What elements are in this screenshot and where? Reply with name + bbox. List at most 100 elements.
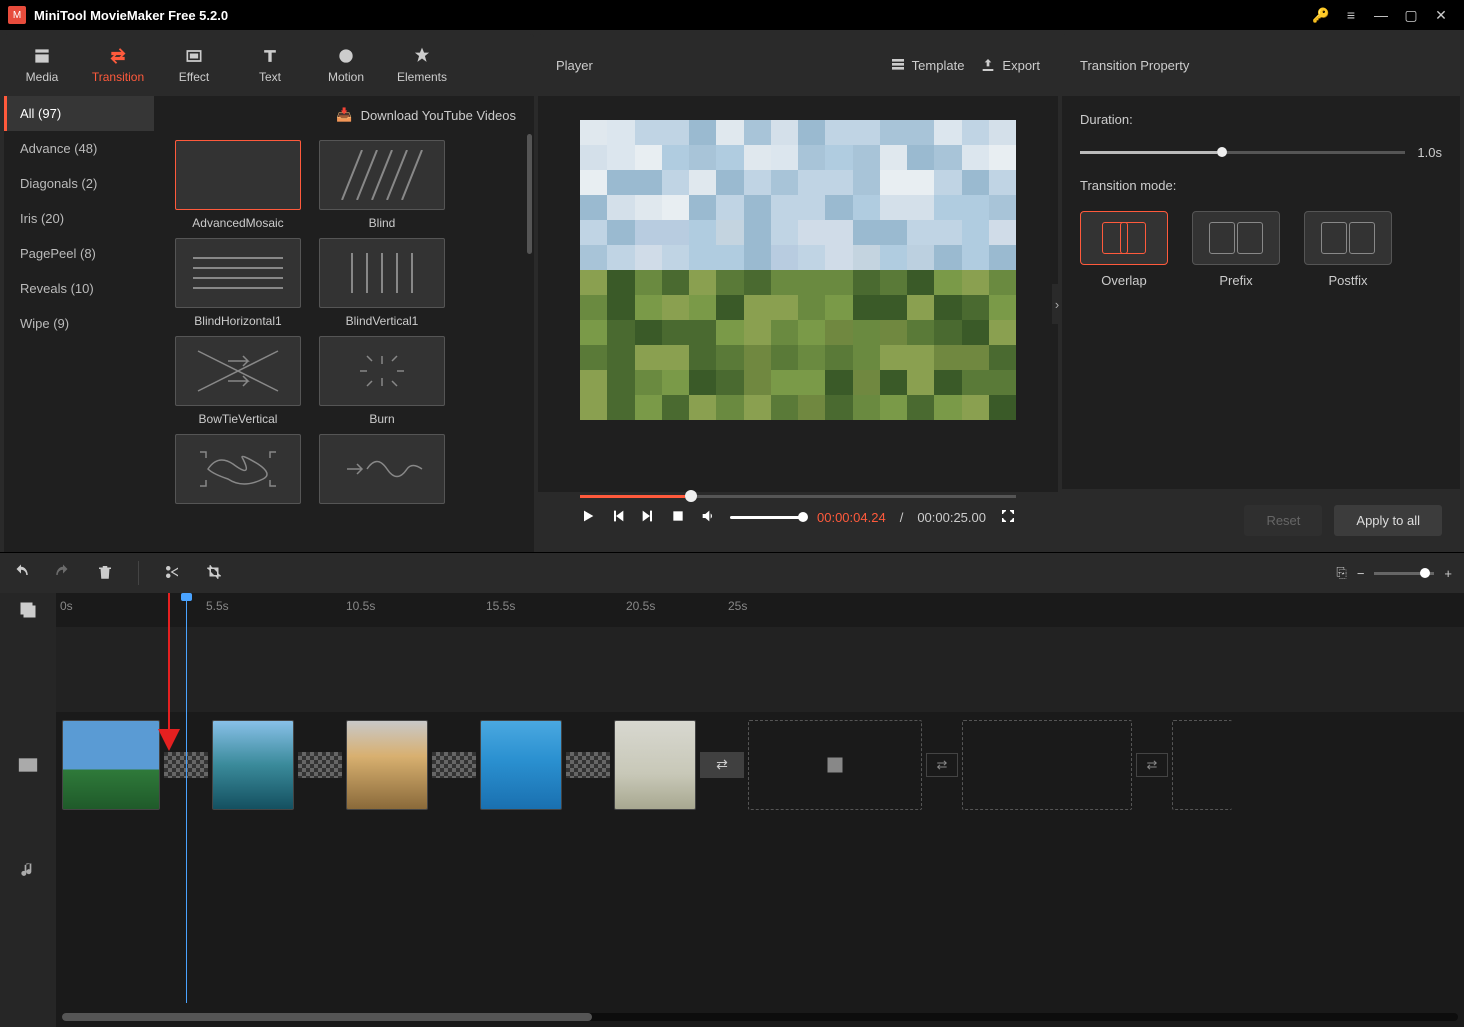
category-diagonals[interactable]: Diagonals (2) (4, 166, 154, 201)
reset-button[interactable]: Reset (1244, 505, 1322, 536)
mode-label: Transition mode: (1080, 178, 1442, 193)
category-iris[interactable]: Iris (20) (4, 201, 154, 236)
tab-effect-label: Effect (179, 70, 209, 84)
time-sep: / (900, 510, 904, 525)
tab-elements[interactable]: Elements (384, 34, 460, 96)
mode-overlap[interactable]: Overlap (1080, 211, 1168, 288)
library-panel: Media Transition Effect Text Motion Elem… (4, 34, 534, 552)
transition-blindhorizontal1[interactable]: BlindHorizontal1 (168, 238, 308, 328)
zoom-slider[interactable] (1374, 572, 1434, 575)
tab-elements-label: Elements (397, 70, 447, 84)
fullscreen-button[interactable] (1000, 508, 1016, 527)
current-time: 00:00:04.24 (817, 510, 886, 525)
transition-blindvertical1[interactable]: BlindVertical1 (312, 238, 452, 328)
video-track-icon (0, 712, 56, 817)
collapse-panel-button[interactable]: › (1052, 284, 1062, 324)
template-button[interactable]: Template (890, 57, 965, 73)
transition-burn[interactable]: Burn (312, 336, 452, 426)
category-all[interactable]: All (97) (4, 96, 154, 131)
audio-track-icon (0, 817, 56, 922)
transition-label: Burn (369, 412, 394, 426)
transition-slot[interactable]: ⇄ (700, 752, 744, 778)
timeline-ruler[interactable]: 0s 5.5s 10.5s 15.5s 20.5s 25s (56, 593, 1464, 627)
play-button[interactable] (580, 508, 596, 527)
transition-label: BlindVertical1 (346, 314, 419, 328)
clip[interactable] (614, 720, 696, 810)
mode-prefix[interactable]: Prefix (1192, 211, 1280, 288)
tab-text-label: Text (259, 70, 281, 84)
close-button[interactable]: ✕ (1426, 7, 1456, 24)
drop-zone[interactable] (1172, 720, 1232, 810)
ruler-mark: 0s (60, 599, 73, 613)
duration-slider[interactable] (1080, 151, 1405, 154)
category-pagepeel[interactable]: PagePeel (8) (4, 236, 154, 271)
volume-icon[interactable] (700, 508, 716, 527)
mode-postfix[interactable]: Postfix (1304, 211, 1392, 288)
crop-button[interactable] (205, 563, 223, 584)
clip[interactable] (346, 720, 428, 810)
tab-motion[interactable]: Motion (308, 34, 384, 96)
volume-slider[interactable] (730, 516, 803, 519)
maximize-button[interactable]: ▢ (1396, 7, 1426, 24)
timeline: ⎘ − + 0s 5.5s 10.5s 15.5s 20.5s 25s (0, 552, 1464, 1027)
transition-advancedmosaic[interactable]: AdvancedMosaic (168, 140, 308, 230)
menu-icon[interactable]: ≡ (1336, 7, 1366, 23)
download-icon[interactable]: 📥 (336, 107, 352, 123)
split-button[interactable] (163, 563, 181, 584)
minimize-button[interactable]: — (1366, 7, 1396, 23)
transition-label: BowTieVertical (199, 412, 278, 426)
redo-button[interactable] (54, 563, 72, 584)
overlay-track[interactable] (56, 627, 1464, 712)
next-button[interactable] (640, 508, 656, 527)
clip[interactable] (480, 720, 562, 810)
export-label: Export (1002, 58, 1040, 73)
delete-button[interactable] (96, 563, 114, 584)
zoom-out-button[interactable]: − (1357, 566, 1365, 581)
audio-track[interactable] (56, 817, 1464, 897)
transition-item[interactable] (312, 434, 452, 504)
ruler-mark: 25s (728, 599, 747, 613)
drop-zone[interactable] (748, 720, 922, 810)
export-button[interactable]: Export (980, 57, 1040, 73)
transition-slot[interactable] (566, 752, 610, 778)
transition-label: AdvancedMosaic (192, 216, 283, 230)
timeline-scrollbar[interactable] (62, 1013, 1458, 1021)
clip[interactable] (212, 720, 294, 810)
category-wipe[interactable]: Wipe (9) (4, 306, 154, 341)
category-advance[interactable]: Advance (48) (4, 131, 154, 166)
apply-all-button[interactable]: Apply to all (1334, 505, 1442, 536)
tab-text[interactable]: Text (232, 34, 308, 96)
category-reveals[interactable]: Reveals (10) (4, 271, 154, 306)
titlebar: M MiniTool MovieMaker Free 5.2.0 🔑 ≡ — ▢… (0, 0, 1464, 30)
duration-value: 1.0s (1417, 145, 1442, 160)
ruler-mark: 20.5s (626, 599, 655, 613)
transition-slot[interactable] (298, 752, 342, 778)
transition-slot[interactable]: ⇄ (926, 753, 958, 777)
tab-media[interactable]: Media (4, 34, 80, 96)
transition-slot[interactable] (432, 752, 476, 778)
stop-button[interactable] (670, 508, 686, 527)
ruler-mark: 15.5s (486, 599, 515, 613)
undo-button[interactable] (12, 563, 30, 584)
ruler-mark: 10.5s (346, 599, 375, 613)
tab-motion-label: Motion (328, 70, 364, 84)
tab-effect[interactable]: Effect (156, 34, 232, 96)
video-track[interactable]: ⇄ ⇄ ⇄ (56, 712, 1464, 817)
transition-blind[interactable]: Blind (312, 140, 452, 230)
transition-slot[interactable]: ⇄ (1136, 753, 1168, 777)
key-icon[interactable]: 🔑 (1306, 7, 1336, 24)
transition-item[interactable] (168, 434, 308, 504)
drop-zone[interactable] (962, 720, 1132, 810)
transition-bowtievertical[interactable]: BowTieVertical (168, 336, 308, 426)
fit-button[interactable]: ⎘ (1336, 565, 1346, 581)
tab-transition[interactable]: Transition (80, 34, 156, 96)
mode-overlap-label: Overlap (1101, 273, 1147, 288)
prev-button[interactable] (610, 508, 626, 527)
playhead[interactable] (186, 593, 187, 1003)
seek-bar[interactable] (580, 492, 1016, 500)
add-track-button[interactable] (0, 593, 56, 627)
zoom-in-button[interactable]: + (1444, 566, 1452, 581)
clip[interactable] (62, 720, 160, 810)
download-youtube-link[interactable]: Download YouTube Videos (361, 108, 516, 123)
transition-label: Blind (369, 216, 396, 230)
